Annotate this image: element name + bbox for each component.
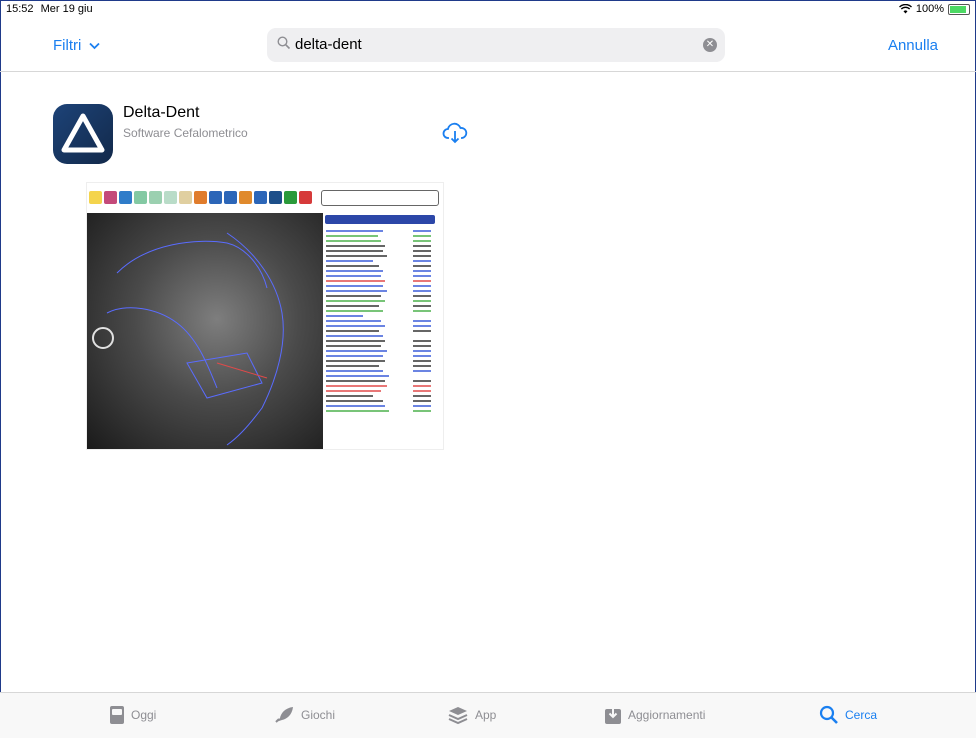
search-input[interactable]: delta-dent bbox=[295, 36, 362, 53]
tab-label: App bbox=[475, 708, 497, 722]
panel-header bbox=[325, 215, 435, 224]
screenshot-toolbar bbox=[89, 189, 441, 211]
toolbar-icon bbox=[164, 191, 177, 204]
tab-label: Giochi bbox=[301, 708, 336, 722]
toolbar-icon bbox=[254, 191, 267, 204]
cephalometric-xray-image bbox=[87, 213, 323, 449]
battery-icon bbox=[948, 3, 970, 15]
search-icon bbox=[277, 36, 291, 50]
tab-giochi[interactable]: Giochi bbox=[273, 705, 335, 725]
search-field[interactable]: delta-dent ✕ bbox=[267, 28, 725, 62]
toolbar-field bbox=[321, 190, 439, 206]
app-subtitle: Software Cefalometrico bbox=[123, 126, 248, 140]
toolbar-icon bbox=[134, 191, 147, 204]
layers-icon bbox=[448, 707, 468, 725]
toolbar-icon bbox=[119, 191, 132, 204]
tab-bar: Oggi Giochi App Aggiornamenti Cerca bbox=[0, 692, 976, 738]
app-screenshot[interactable] bbox=[86, 182, 444, 450]
tab-app[interactable]: App bbox=[447, 705, 496, 725]
tab-aggiornamenti[interactable]: Aggiornamenti bbox=[604, 705, 705, 725]
folder-icon bbox=[89, 191, 102, 204]
toolbar-icon bbox=[179, 191, 192, 204]
tab-cerca[interactable]: Cerca bbox=[819, 705, 877, 725]
measurements-panel bbox=[323, 213, 443, 449]
status-date: Mer 19 giu bbox=[40, 3, 93, 15]
measurements-list bbox=[326, 230, 431, 412]
cloud-download-icon[interactable] bbox=[442, 120, 468, 146]
tab-label: Oggi bbox=[131, 708, 157, 722]
toolbar-icon bbox=[209, 191, 222, 204]
status-right: 100% bbox=[898, 3, 970, 15]
tab-label: Cerca bbox=[845, 708, 878, 722]
toolbar-icon bbox=[284, 191, 297, 204]
toolbar-icon bbox=[224, 191, 237, 204]
wifi-icon bbox=[898, 4, 912, 14]
status-time: 15:52 bbox=[6, 3, 34, 15]
delta-logo-icon bbox=[61, 113, 105, 153]
app-icon[interactable] bbox=[53, 104, 113, 164]
filters-button[interactable]: Filtri bbox=[53, 37, 100, 54]
today-icon bbox=[110, 706, 124, 724]
toolbar-icon bbox=[269, 191, 282, 204]
tab-label: Aggiornamenti bbox=[628, 708, 706, 722]
tab-oggi[interactable]: Oggi bbox=[109, 705, 156, 725]
toolbar-icon bbox=[299, 191, 312, 204]
toolbar-icon bbox=[239, 191, 252, 204]
filters-label: Filtri bbox=[53, 37, 82, 54]
toolbar-icon bbox=[149, 191, 162, 204]
rocket-icon bbox=[275, 707, 293, 723]
battery-percent: 100% bbox=[915, 3, 944, 15]
download-tray-icon bbox=[605, 706, 621, 724]
clear-search-icon[interactable]: ✕ bbox=[703, 38, 717, 52]
toolbar-icon bbox=[104, 191, 117, 204]
cancel-button[interactable]: Annulla bbox=[888, 37, 938, 54]
search-icon bbox=[819, 705, 838, 724]
chevron-down-icon bbox=[88, 42, 100, 50]
tracing-overlay bbox=[92, 232, 284, 446]
toolbar-icon bbox=[194, 191, 207, 204]
app-name[interactable]: Delta-Dent bbox=[123, 104, 199, 122]
status-time-date: 15:52 Mer 19 giu bbox=[6, 3, 93, 15]
navigation-bar: Filtri delta-dent ✕ Annulla bbox=[0, 19, 976, 72]
